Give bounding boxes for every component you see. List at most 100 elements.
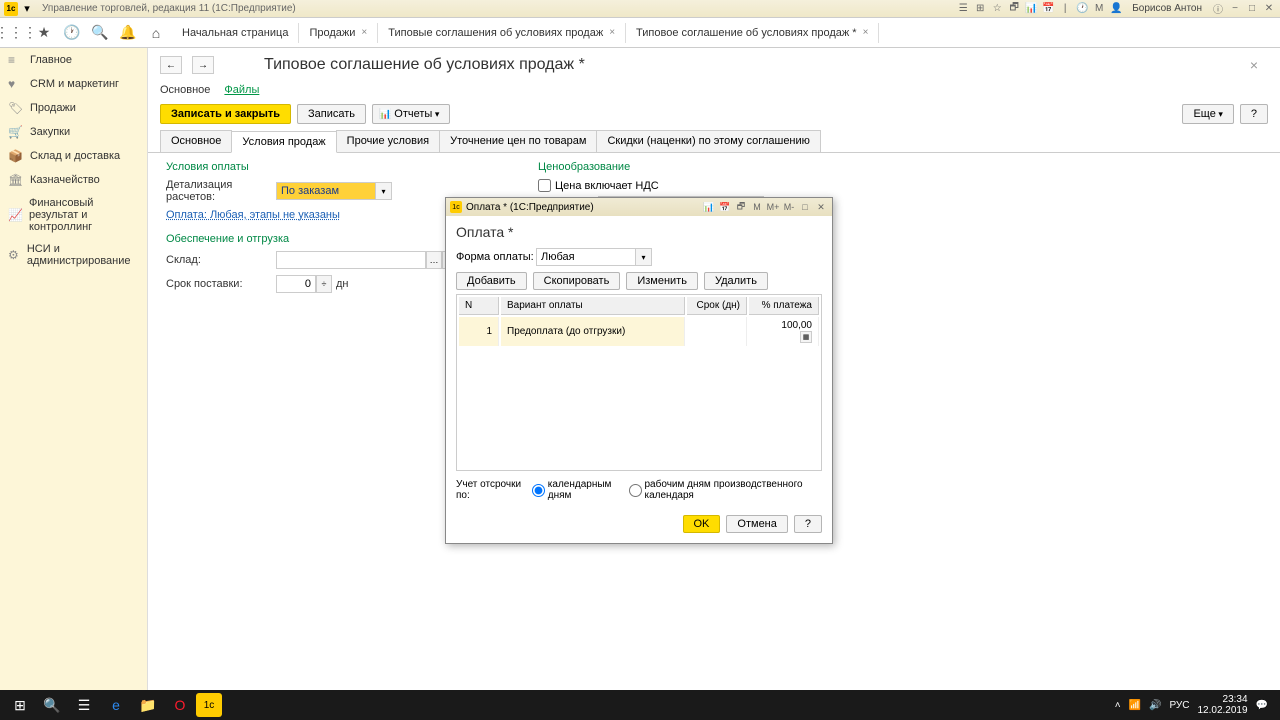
titlebar-tool4-icon[interactable]: 🗗 [1007,2,1021,16]
warehouse-clear-button[interactable]: … [426,251,442,269]
col-percent[interactable]: % платежа [749,297,819,315]
1c-taskbar-icon[interactable]: 1c [196,693,222,717]
close-page-icon[interactable]: × [1250,57,1258,73]
close-window-icon[interactable]: ✕ [1262,2,1276,16]
dialog-close-icon[interactable]: ✕ [814,200,828,214]
tab-agreement-edit[interactable]: Типовое соглашение об условиях продаж *× [626,23,879,43]
tray-volume-icon[interactable]: 🔊 [1149,700,1161,711]
sidebar-item-main[interactable]: ≡Главное [0,48,147,72]
close-icon[interactable]: × [863,27,869,38]
form-tab-prices[interactable]: Уточнение цен по товарам [439,130,597,152]
dialog-mminus-button[interactable]: M- [782,200,796,214]
reports-button[interactable]: Отчеты [372,104,450,124]
save-button[interactable]: Записать [297,104,366,124]
detail-combo[interactable] [276,182,376,200]
warehouse-input[interactable] [276,251,426,269]
tab-sales[interactable]: Продажи× [299,23,378,43]
titlebar-info-icon[interactable]: ⓘ [1211,2,1225,16]
star-icon[interactable]: ★ [32,21,56,45]
delivery-input[interactable] [276,275,316,293]
nav-back-button[interactable]: ← [160,56,182,74]
tray-lang[interactable]: РУС [1169,700,1189,711]
edit-button[interactable]: Изменить [626,272,698,290]
history-icon[interactable]: 🕐 [60,21,84,45]
dialog-tool2-icon[interactable]: 📅 [718,200,732,214]
dialog-m-button[interactable]: M [750,200,764,214]
titlebar-m-icon[interactable]: M [1092,2,1106,16]
delete-button[interactable]: Удалить [704,272,768,290]
cell-term[interactable] [687,317,747,346]
sidebar-item-finance[interactable]: 📈Финансовый результат и контроллинг [0,192,147,238]
taskbar-clock[interactable]: 23:34 12.02.2019 [1197,694,1247,716]
maximize-icon[interactable]: □ [1245,2,1259,16]
copy-button[interactable]: Скопировать [533,272,621,290]
form-tab-discounts[interactable]: Скидки (наценки) по этому соглашению [596,130,820,152]
form-tab-sales-conditions[interactable]: Условия продаж [231,131,336,153]
sidebar-item-crm[interactable]: ♥CRM и маркетинг [0,72,147,96]
payment-form-combo[interactable] [536,248,636,266]
start-icon[interactable]: ⊞ [4,691,36,719]
percent-input[interactable] [755,320,812,331]
opera-icon[interactable]: O [164,691,196,719]
titlebar-clock-icon[interactable]: 🕐 [1075,2,1089,16]
cell-variant[interactable]: Предоплата (до отгрузки) [501,317,685,346]
sidebar-item-sales[interactable]: 🏷Продажи [0,96,147,120]
dialog-mplus-button[interactable]: M+ [766,200,780,214]
chevron-down-icon[interactable]: ▾ [636,248,652,266]
explorer-icon[interactable]: 📁 [132,691,164,719]
help-button[interactable]: ? [1240,104,1268,124]
vat-checkbox[interactable] [538,179,551,192]
close-icon[interactable]: × [361,27,367,38]
home-icon[interactable]: ⌂ [144,21,168,45]
taskview-icon[interactable]: ☰ [68,691,100,719]
tab-agreements-list[interactable]: Типовые соглашения об условиях продаж× [378,23,626,43]
form-tab-other[interactable]: Прочие условия [336,130,440,152]
nav-forward-button[interactable]: → [192,56,214,74]
cell-percent[interactable]: ▦ [749,317,819,346]
close-icon[interactable]: × [609,27,615,38]
add-button[interactable]: Добавить [456,272,527,290]
dialog-maximize-icon[interactable]: □ [798,200,812,214]
search-taskbar-icon[interactable]: 🔍 [36,691,68,719]
delivery-stepper[interactable]: ÷ [316,275,332,293]
col-n[interactable]: N [459,297,499,315]
subtab-files[interactable]: Файлы [224,84,259,96]
titlebar-calc-icon[interactable]: 📊 [1024,2,1038,16]
titlebar-dropdown-icon[interactable]: ▾ [20,2,34,16]
more-button[interactable]: Еще [1182,104,1233,124]
bell-icon[interactable]: 🔔 [116,21,140,45]
dialog-tool1-icon[interactable]: 📊 [702,200,716,214]
minimize-icon[interactable]: − [1228,2,1242,16]
defer-calendar-radio[interactable] [532,484,545,497]
defer-calendar-option[interactable]: календарным дням [532,479,623,501]
cancel-button[interactable]: Отмена [726,515,787,533]
subtab-main[interactable]: Основное [160,84,210,96]
apps-icon[interactable]: ⋮⋮⋮ [4,21,28,45]
table-row[interactable]: 1 Предоплата (до отгрузки) ▦ [459,317,819,346]
defer-working-option[interactable]: рабочим дням производственного календаря [629,479,823,501]
titlebar-calendar-icon[interactable]: 📅 [1041,2,1055,16]
defer-working-radio[interactable] [629,484,642,497]
titlebar-tool1-icon[interactable]: ☰ [956,2,970,16]
col-term[interactable]: Срок (дн) [687,297,747,315]
titlebar-tool2-icon[interactable]: ⊞ [973,2,987,16]
titlebar-tool3-icon[interactable]: ☆ [990,2,1004,16]
tray-up-icon[interactable]: ˄ [1115,700,1121,711]
save-close-button[interactable]: Записать и закрыть [160,104,291,124]
ok-button[interactable]: OK [683,515,721,533]
dialog-tool3-icon[interactable]: 🗗 [734,200,748,214]
tray-network-icon[interactable]: 📶 [1129,700,1141,711]
sidebar-item-purchases[interactable]: 🛒Закупки [0,120,147,144]
sidebar-item-warehouse[interactable]: 📦Склад и доставка [0,144,147,168]
payment-link[interactable]: Оплата: Любая, этапы не указаны [166,209,340,221]
dialog-help-button[interactable]: ? [794,515,822,533]
calc-icon[interactable]: ▦ [800,331,812,343]
form-tab-main[interactable]: Основное [160,130,232,152]
chevron-down-icon[interactable]: ▾ [376,182,392,200]
col-variant[interactable]: Вариант оплаты [501,297,685,315]
tab-home[interactable]: Начальная страница [172,23,299,43]
edge-icon[interactable]: e [100,691,132,719]
search-icon[interactable]: 🔍 [88,21,112,45]
sidebar-item-treasury[interactable]: 🏛Казначейство [0,168,147,192]
sidebar-item-admin[interactable]: ⚙НСИ и администрирование [0,238,147,272]
